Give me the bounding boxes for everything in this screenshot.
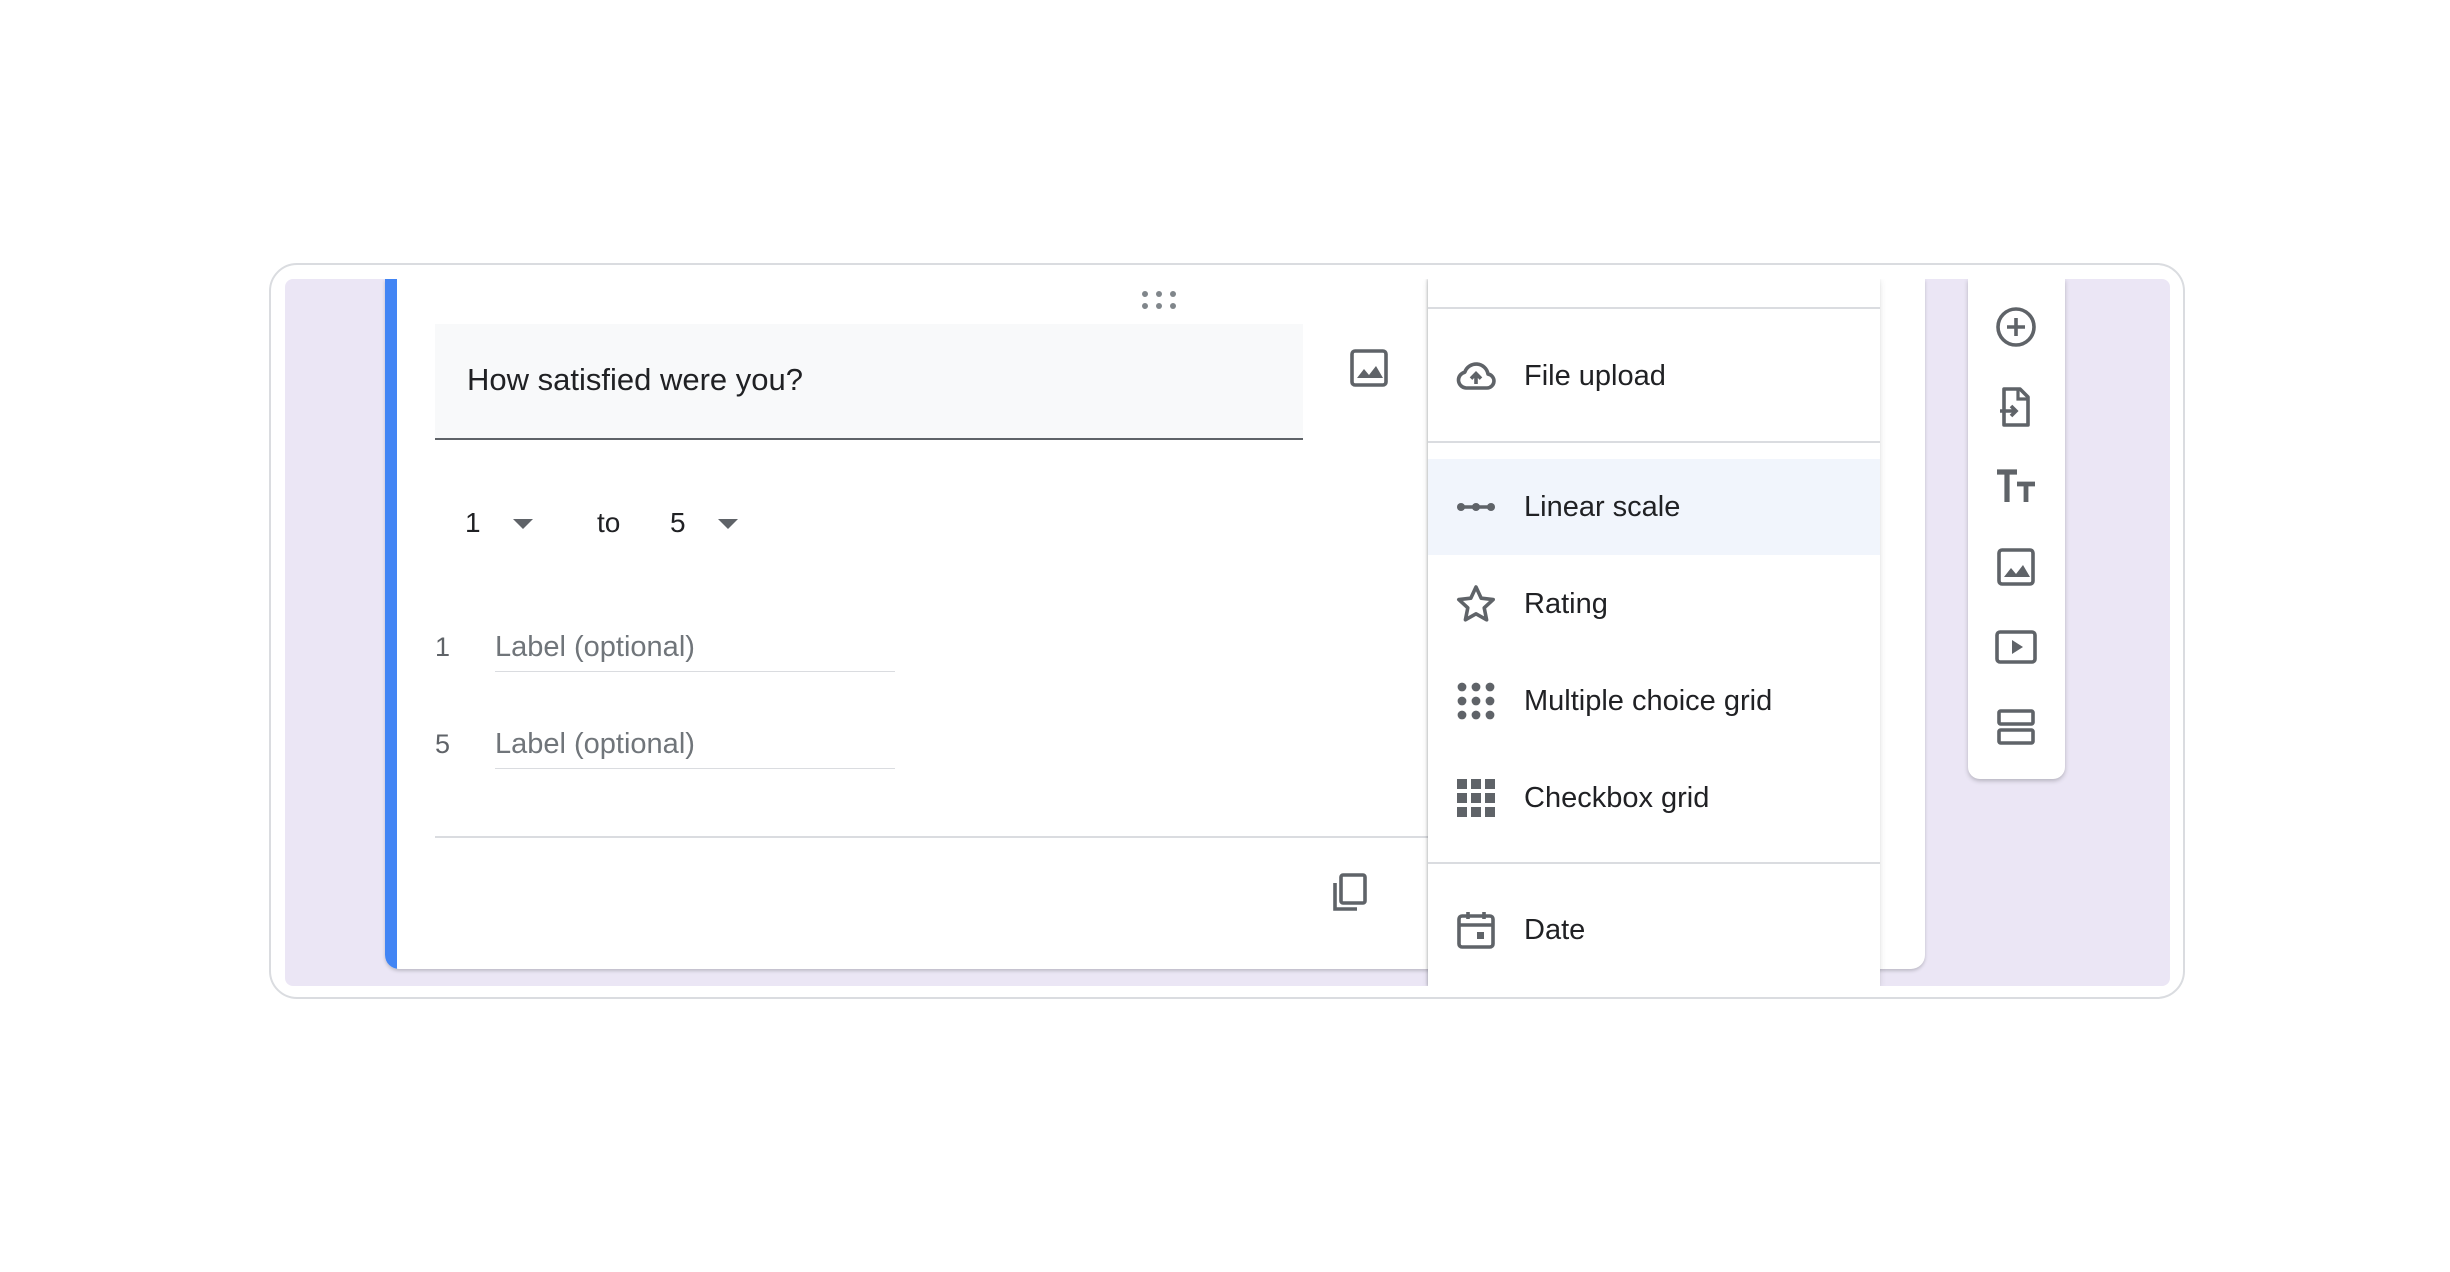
menu-item-label: Date: [1524, 914, 1586, 946]
add-question-icon[interactable]: [1992, 303, 2040, 351]
menu-divider: [1428, 441, 1880, 443]
star-icon: [1452, 580, 1500, 628]
menu-item-file-upload[interactable]: File upload: [1428, 328, 1880, 424]
menu-item-rating[interactable]: Rating: [1428, 556, 1880, 652]
menu-item-date[interactable]: Date: [1428, 882, 1880, 978]
add-section-icon[interactable]: [1992, 703, 2040, 751]
duplicate-icon[interactable]: [1325, 869, 1373, 917]
calendar-icon: [1452, 906, 1500, 954]
menu-item-label: Rating: [1524, 588, 1608, 620]
question-title[interactable]: How satisfied were you?: [467, 362, 803, 398]
active-card-indicator: [385, 279, 397, 969]
menu-item-label: Checkbox grid: [1524, 782, 1710, 814]
square-grid-icon: [1452, 774, 1500, 822]
title-text-icon[interactable]: [1992, 463, 2040, 511]
chevron-down-icon: [513, 519, 533, 529]
add-video-icon[interactable]: [1992, 623, 2040, 671]
menu-item-linear-scale[interactable]: Linear scale: [1428, 459, 1880, 555]
import-questions-icon[interactable]: [1992, 383, 2040, 431]
linear-scale-icon: [1452, 483, 1500, 531]
dot-grid-icon: [1452, 677, 1500, 725]
menu-item-label: Linear scale: [1524, 491, 1681, 523]
question-type-menu: File upload Linear scale Rating Multiple…: [1428, 279, 1880, 986]
scale-from-dropdown[interactable]: 1: [465, 499, 545, 547]
chevron-down-icon: [718, 519, 738, 529]
scale-to-value: 5: [670, 507, 686, 538]
menu-item-label: File upload: [1524, 360, 1666, 392]
question-title-field[interactable]: How satisfied were you?: [435, 324, 1303, 440]
scale-label-max-input[interactable]: [495, 721, 895, 769]
scale-to-word: to: [597, 507, 621, 538]
scale-label-min-input[interactable]: [495, 624, 895, 672]
scale-to-dropdown[interactable]: 5: [670, 499, 750, 547]
floating-toolbar: [1968, 279, 2065, 779]
card-footer-divider: [435, 836, 1495, 838]
scale-from-value: 1: [465, 507, 481, 538]
menu-divider: [1428, 862, 1880, 864]
menu-item-multiple-choice-grid[interactable]: Multiple choice grid: [1428, 653, 1880, 749]
scale-label-number: 1: [435, 632, 451, 662]
scale-label-number: 5: [435, 729, 451, 759]
drag-handle-icon[interactable]: [1140, 289, 1180, 313]
menu-item-checkbox-grid[interactable]: Checkbox grid: [1428, 750, 1880, 846]
menu-item-label: Multiple choice grid: [1524, 685, 1773, 717]
form-canvas: How satisfied were you? 1 to 5 1 Label (…: [285, 279, 2170, 986]
menu-divider: [1428, 307, 1880, 309]
add-image-to-question-icon[interactable]: [1345, 344, 1393, 392]
add-image-icon[interactable]: [1992, 543, 2040, 591]
cloud-upload-icon: [1452, 352, 1500, 400]
